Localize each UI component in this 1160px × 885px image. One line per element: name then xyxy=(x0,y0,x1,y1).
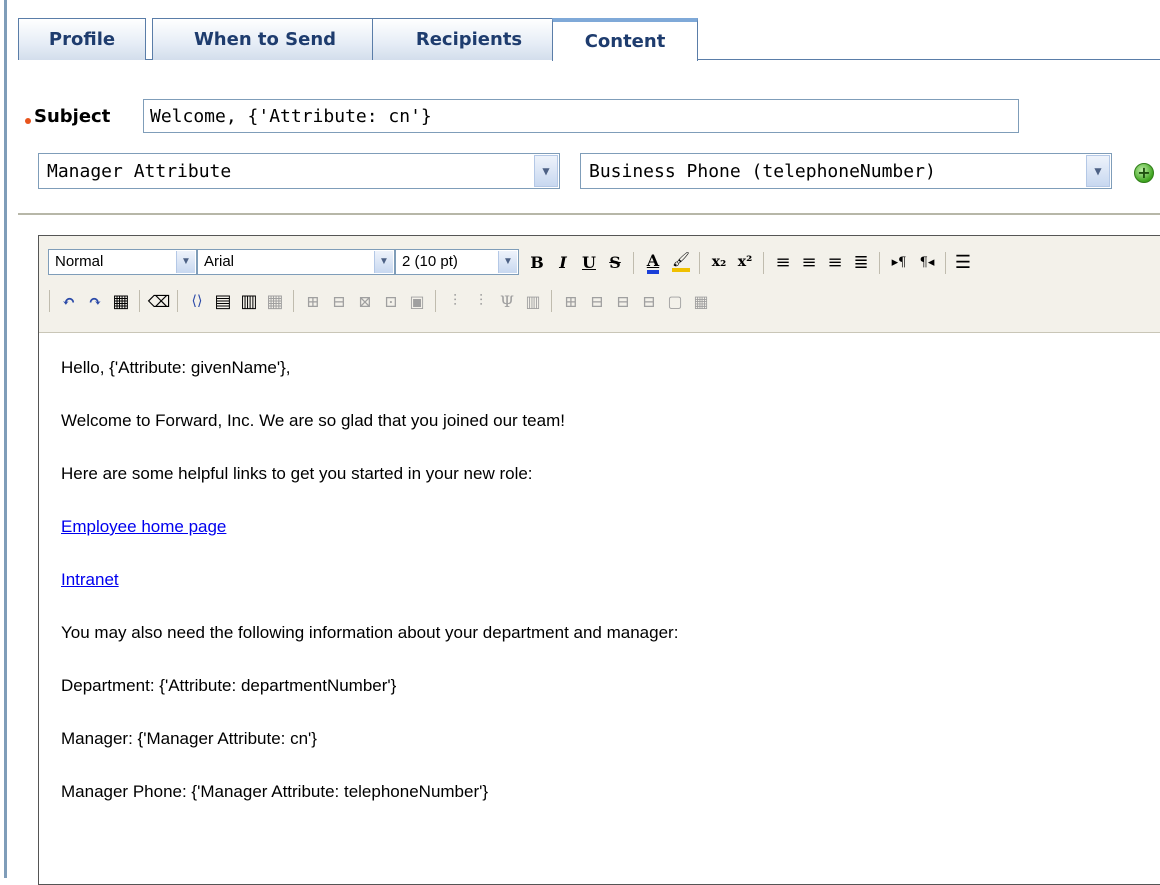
attribute-source-select[interactable]: Manager Attribute ▼ xyxy=(38,153,560,189)
bold-icon[interactable]: B xyxy=(525,250,549,274)
insert-column-before-icon[interactable]: ⫶ xyxy=(443,289,467,313)
table-delete-icon[interactable]: ▦ xyxy=(263,289,287,313)
size-select[interactable]: 2 (10 pt) ▼ xyxy=(395,249,519,275)
strikethrough-icon[interactable]: S xyxy=(603,250,627,274)
insert-cell-before-icon[interactable]: ⊟ xyxy=(585,289,609,313)
left-border xyxy=(4,0,7,878)
eraser-icon[interactable]: ⌫ xyxy=(147,289,171,313)
underline-icon[interactable]: U xyxy=(577,250,601,274)
manager-phone-line: Manager Phone: {'Manager Attribute: tele… xyxy=(61,782,489,801)
size-select-value: 2 (10 pt) xyxy=(402,253,458,270)
column-properties-icon[interactable]: ▥ xyxy=(521,289,545,313)
subscript-icon[interactable]: x₂ xyxy=(707,250,731,274)
align-left-icon[interactable]: ≡ xyxy=(771,250,795,274)
format-select[interactable]: Normal ▼ xyxy=(48,249,197,275)
toolbar-separator xyxy=(699,252,700,274)
source-code-icon[interactable]: ⟨⟩ xyxy=(185,289,209,313)
toolbar-separator xyxy=(945,252,946,274)
ltr-icon[interactable]: ▸¶ xyxy=(887,250,911,274)
italic-icon[interactable]: I xyxy=(551,250,575,274)
editor-content[interactable]: Hello, {'Attribute: givenName'}, Welcome… xyxy=(61,356,1141,833)
undo-icon[interactable]: ↶ xyxy=(57,289,81,313)
toolbar-separator xyxy=(879,252,880,274)
chevron-down-icon[interactable]: ▼ xyxy=(498,251,517,273)
link-row-1: Employee home page xyxy=(61,515,1141,568)
redo-icon[interactable]: ↷ xyxy=(83,289,107,313)
plus-circle-icon[interactable]: + xyxy=(1134,163,1154,183)
subject-label: Subject xyxy=(34,106,111,127)
font-select-value: Arial xyxy=(204,253,235,270)
subject-input[interactable] xyxy=(143,99,1019,133)
chevron-down-icon[interactable]: ▼ xyxy=(1086,155,1110,187)
greeting-line: Hello, {'Attribute: givenName'}, xyxy=(61,358,291,377)
table-properties-icon[interactable]: ▥ xyxy=(237,289,261,313)
insert-row-after-icon[interactable]: ⊟ xyxy=(327,289,351,313)
tab-profile[interactable]: Profile xyxy=(18,18,146,60)
superscript-icon[interactable]: x² xyxy=(733,250,757,274)
rtl-icon[interactable]: ¶◂ xyxy=(915,250,939,274)
chevron-down-icon[interactable]: ▼ xyxy=(176,251,195,273)
merge-cells-icon[interactable]: ▣ xyxy=(405,289,429,313)
department-line: Department: {'Attribute: departmentNumbe… xyxy=(61,676,397,695)
select-all-icon[interactable]: ▦ xyxy=(109,289,133,313)
insert-row-before-icon[interactable]: ⊞ xyxy=(301,289,325,313)
welcome-line: Welcome to Forward, Inc. We are so glad … xyxy=(61,411,565,430)
toolbar-separator xyxy=(551,290,552,312)
table-icon[interactable]: ▤ xyxy=(211,289,235,313)
tab-when-to-send[interactable]: When to Send xyxy=(152,18,378,60)
editor-toolbar: Normal ▼ Arial ▼ 2 (10 pt) ▼ B I U S A 🖌… xyxy=(39,236,1160,333)
toolbar-separator xyxy=(435,290,436,312)
split-cell-icon[interactable]: ▢ xyxy=(663,289,687,313)
tab-content[interactable]: Content xyxy=(552,18,698,61)
employee-home-link[interactable]: Employee home page xyxy=(61,517,226,536)
toolbar-separator xyxy=(139,290,140,312)
align-right-icon[interactable]: ≡ xyxy=(823,250,847,274)
attribute-select[interactable]: Business Phone (telephoneNumber) ▼ xyxy=(580,153,1112,189)
tab-bar: Profile When to Send Recipients Content xyxy=(18,18,1160,61)
link-row-2: Intranet xyxy=(61,568,1141,621)
delete-cell-icon[interactable]: ⊟ xyxy=(637,289,661,313)
delete-column-icon[interactable]: Ψ xyxy=(495,289,519,313)
info-intro-line: You may also need the following informat… xyxy=(61,623,679,642)
insert-cell-after-icon[interactable]: ⊟ xyxy=(611,289,635,313)
justify-icon[interactable]: ≣ xyxy=(849,250,873,274)
merge-cell-icon[interactable]: ▦ xyxy=(689,289,713,313)
toolbar-separator xyxy=(633,252,634,274)
toolbar-separator xyxy=(177,290,178,312)
attribute-select-value: Business Phone (telephoneNumber) xyxy=(589,160,936,182)
align-center-icon[interactable]: ≡ xyxy=(797,250,821,274)
delete-row-icon[interactable]: ⊠ xyxy=(353,289,377,313)
split-cells-icon[interactable]: ⊡ xyxy=(379,289,403,313)
cell-properties-icon[interactable]: ⊞ xyxy=(559,289,583,313)
toolbar-separator xyxy=(763,252,764,274)
links-intro-line: Here are some helpful links to get you s… xyxy=(61,464,533,483)
manager-line: Manager: {'Manager Attribute: cn'} xyxy=(61,729,317,748)
highlight-color-icon[interactable]: 🖌 xyxy=(669,250,693,274)
intranet-link[interactable]: Intranet xyxy=(61,570,119,589)
chevron-down-icon[interactable]: ▼ xyxy=(374,251,393,273)
rich-text-editor[interactable]: Normal ▼ Arial ▼ 2 (10 pt) ▼ B I U S A 🖌… xyxy=(38,235,1160,885)
font-select[interactable]: Arial ▼ xyxy=(197,249,395,275)
tab-recipients[interactable]: Recipients xyxy=(372,18,566,60)
format-select-value: Normal xyxy=(55,253,104,270)
insert-column-after-icon[interactable]: ⫶ xyxy=(469,289,493,313)
required-indicator xyxy=(25,118,31,124)
divider xyxy=(18,213,1160,215)
ordered-list-icon[interactable]: ☰ xyxy=(951,250,975,274)
toolbar-separator xyxy=(293,290,294,312)
chevron-down-icon[interactable]: ▼ xyxy=(534,155,558,187)
attribute-source-value: Manager Attribute xyxy=(47,160,232,182)
toolbar-separator xyxy=(49,290,50,312)
font-color-icon[interactable]: A xyxy=(641,250,665,274)
